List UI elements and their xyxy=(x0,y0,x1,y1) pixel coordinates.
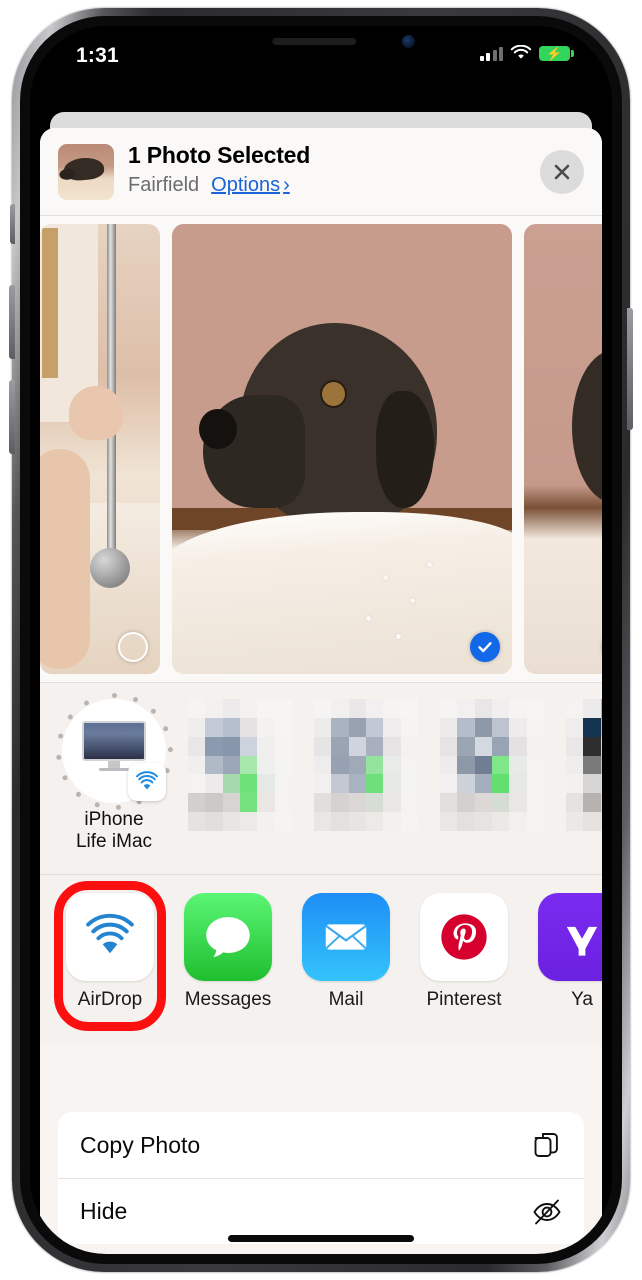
airdrop-icon xyxy=(66,893,154,981)
home-indicator[interactable] xyxy=(228,1235,414,1242)
album-name: Fairfield xyxy=(128,174,200,196)
phone-device-frame: 1:31 ⚡ 1 Photo Selected Fairfield Option… xyxy=(9,8,633,1272)
page-title: 1 Photo Selected xyxy=(128,142,311,168)
share-app-label: Pinterest xyxy=(426,989,502,1010)
earpiece-speaker xyxy=(272,38,357,45)
action-label: Copy Photo xyxy=(80,1131,201,1158)
eye-slash-icon xyxy=(533,1199,561,1224)
share-app-messages[interactable]: Messages xyxy=(184,893,272,1011)
mail-icon xyxy=(302,893,390,981)
share-apps-row[interactable]: AirDrop Messages Mail Pinterest Ya xyxy=(40,875,602,1043)
charging-bolt-icon: ⚡ xyxy=(546,45,563,61)
blurred-contact-avatar[interactable] xyxy=(314,699,418,831)
share-app-label: AirDrop xyxy=(77,989,143,1010)
share-app-yahoo[interactable]: Ya xyxy=(538,893,602,1011)
imac-icon xyxy=(82,721,146,771)
share-sheet-header: 1 Photo Selected Fairfield Options › xyxy=(40,128,602,216)
volume-down-button[interactable] xyxy=(9,380,15,454)
options-label: Options xyxy=(211,174,281,196)
selected-photo-thumbnail[interactable] xyxy=(58,144,114,200)
status-indicators: ⚡ xyxy=(479,45,574,61)
phone-bezel: 1:31 ⚡ 1 Photo Selected Fairfield Option… xyxy=(20,16,622,1264)
photo-select-circle[interactable] xyxy=(118,632,148,662)
phone-screen: 1:31 ⚡ 1 Photo Selected Fairfield Option… xyxy=(30,26,612,1254)
close-x-icon xyxy=(554,164,570,180)
pinterest-icon xyxy=(420,893,508,981)
share-sheet: 1 Photo Selected Fairfield Options › iPh… xyxy=(40,128,602,1254)
action-label: Hide xyxy=(80,1198,128,1224)
airdrop-target-avatar xyxy=(55,692,173,810)
airdrop-targets-row[interactable]: iPhone Life iMac xyxy=(40,683,602,875)
share-app-label: Ya xyxy=(571,989,593,1010)
share-app-mail[interactable]: Mail xyxy=(302,893,390,1011)
photo-thumbnail-right[interactable] xyxy=(524,224,602,674)
blurred-contact-avatar[interactable] xyxy=(188,699,292,831)
copy-documents-icon xyxy=(534,1133,558,1157)
blurred-contact-avatar[interactable] xyxy=(440,699,544,831)
share-app-pinterest[interactable]: Pinterest xyxy=(420,893,508,1011)
photo-carousel[interactable] xyxy=(40,216,602,683)
airdrop-target-label-line1: iPhone xyxy=(84,809,144,830)
front-camera-icon xyxy=(402,35,415,48)
yahoo-icon xyxy=(538,893,602,981)
airdrop-target-label: iPhone Life iMac xyxy=(62,809,166,853)
mute-switch-button[interactable] xyxy=(10,204,15,244)
photo-thumbnail-left[interactable] xyxy=(40,224,160,674)
blurred-contact-avatar[interactable] xyxy=(566,699,602,831)
airdrop-target-label-line2: Life iMac xyxy=(75,831,153,853)
volume-up-button[interactable] xyxy=(9,285,15,359)
messages-icon xyxy=(184,893,272,981)
action-row-copy-photo[interactable]: Copy Photo xyxy=(58,1112,584,1178)
status-time: 1:31 xyxy=(76,44,119,67)
wifi-icon xyxy=(510,45,532,59)
cellular-signal-icon xyxy=(479,46,503,61)
share-app-label: Mail xyxy=(328,989,364,1010)
airdrop-target-imac[interactable]: iPhone Life iMac xyxy=(55,692,173,853)
share-actions-list: Copy Photo Hide xyxy=(58,1112,584,1244)
photo-thumbnail-center[interactable] xyxy=(172,224,512,674)
header-subtitle: Fairfield Options › xyxy=(128,174,290,197)
share-app-label: Messages xyxy=(184,989,272,1010)
chevron-right-icon: › xyxy=(283,174,290,196)
notch xyxy=(205,26,437,60)
checkmark-icon xyxy=(478,642,492,653)
power-button[interactable] xyxy=(627,308,633,430)
battery-charging-icon: ⚡ xyxy=(539,45,574,61)
options-link[interactable]: Options › xyxy=(211,174,290,197)
airdrop-badge-icon xyxy=(128,763,166,801)
share-app-airdrop[interactable]: AirDrop xyxy=(66,893,154,1011)
photo-select-circle-selected[interactable] xyxy=(470,632,500,662)
close-button[interactable] xyxy=(540,150,584,194)
